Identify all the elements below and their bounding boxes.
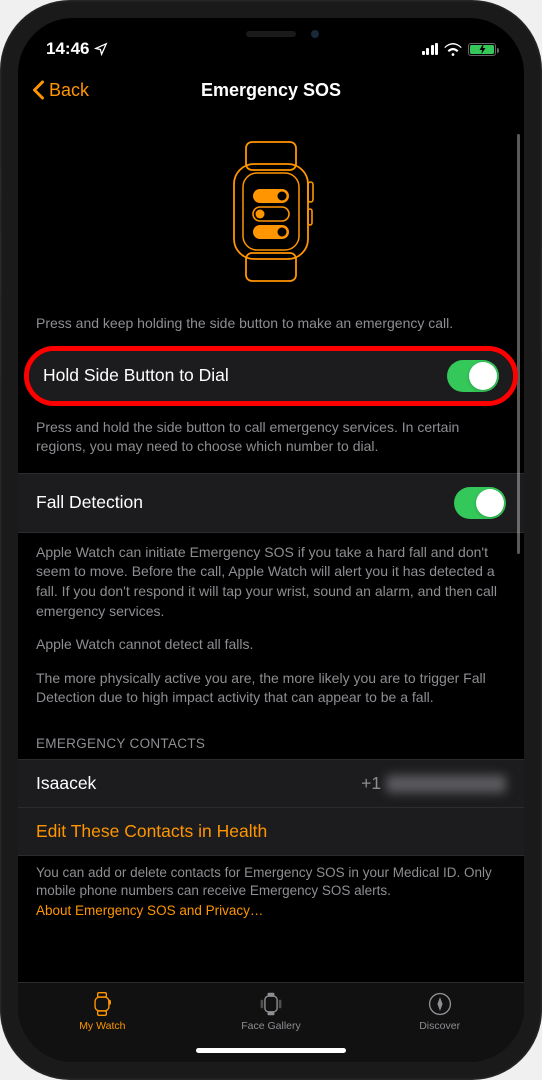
tab-my-watch-label: My Watch xyxy=(79,1020,125,1032)
redacted-phone xyxy=(386,775,506,793)
phone-frame: 14:46 Back Emergency SOS xyxy=(0,0,542,1080)
home-indicator[interactable] xyxy=(196,1048,346,1053)
page-title: Emergency SOS xyxy=(201,80,341,101)
fall-detection-desc3: The more physically active you are, the … xyxy=(18,665,524,718)
tab-face-gallery-label: Face Gallery xyxy=(241,1020,301,1032)
tab-face-gallery[interactable]: Face Gallery xyxy=(188,991,355,1032)
phone-volume-down xyxy=(0,315,1,380)
emergency-contacts-header: EMERGENCY CONTACTS xyxy=(18,718,524,759)
tab-bar: My Watch Face Gallery Discover xyxy=(18,982,524,1062)
scroll-indicator xyxy=(517,134,520,554)
edit-contacts-link: Edit These Contacts in Health xyxy=(36,821,267,841)
face-gallery-icon xyxy=(258,991,284,1017)
notch xyxy=(171,18,371,50)
nav-header: Back Emergency SOS xyxy=(18,66,524,114)
tab-discover[interactable]: Discover xyxy=(356,991,523,1032)
hold-side-button-toggle[interactable] xyxy=(447,360,499,392)
about-sos-privacy-link[interactable]: About Emergency SOS and Privacy… xyxy=(18,900,524,918)
phone-volume-up xyxy=(0,230,1,295)
fall-detection-desc2: Apple Watch cannot detect all falls. xyxy=(18,631,524,665)
content-scroll[interactable]: Press and keep holding the side button t… xyxy=(18,114,524,982)
back-button[interactable]: Back xyxy=(32,80,89,101)
fall-detection-desc1: Apple Watch can initiate Emergency SOS i… xyxy=(18,533,524,631)
chevron-left-icon xyxy=(32,80,45,100)
fall-detection-row[interactable]: Fall Detection xyxy=(18,473,524,533)
fall-detection-label: Fall Detection xyxy=(36,492,143,513)
edit-contacts-row[interactable]: Edit These Contacts in Health xyxy=(18,807,524,856)
back-label: Back xyxy=(49,80,89,101)
screen: 14:46 Back Emergency SOS xyxy=(18,18,524,1062)
annotation-highlight: Hold Side Button to Dial xyxy=(24,346,518,406)
watch-icon xyxy=(89,991,115,1017)
contacts-footer: You can add or delete contacts for Emerg… xyxy=(18,856,524,900)
contact-row[interactable]: Isaacek +1 xyxy=(18,759,524,807)
hold-side-button-footer: Press and hold the side button to call e… xyxy=(18,408,524,467)
watch-illustration xyxy=(18,114,524,304)
hold-side-button-label: Hold Side Button to Dial xyxy=(43,365,229,386)
status-time: 14:46 xyxy=(46,39,89,59)
contact-name: Isaacek xyxy=(36,773,96,794)
apple-watch-icon xyxy=(216,139,326,284)
battery-icon xyxy=(468,43,496,56)
fall-detection-toggle[interactable] xyxy=(454,487,506,519)
hold-side-button-row[interactable]: Hold Side Button to Dial xyxy=(29,351,513,401)
tab-my-watch[interactable]: My Watch xyxy=(19,991,186,1032)
tab-discover-label: Discover xyxy=(419,1020,460,1032)
intro-description: Press and keep holding the side button t… xyxy=(18,304,524,344)
phone-silent-switch xyxy=(0,165,1,200)
contact-phone: +1 xyxy=(361,773,506,794)
wifi-icon xyxy=(444,43,462,56)
location-icon xyxy=(94,42,108,56)
compass-icon xyxy=(427,991,453,1017)
cellular-signal-icon xyxy=(422,43,439,55)
